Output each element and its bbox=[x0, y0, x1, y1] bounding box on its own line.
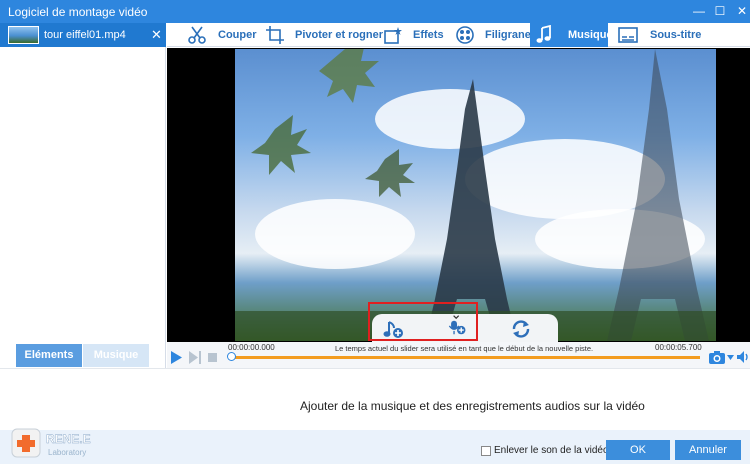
remove-media-icon[interactable]: ✕ bbox=[151, 27, 162, 43]
close-button[interactable]: ✕ bbox=[731, 0, 750, 23]
cancel-button[interactable]: Annuler bbox=[675, 440, 741, 460]
tab-effects-label: Effets bbox=[413, 29, 444, 41]
camera-dropdown-icon[interactable] bbox=[727, 355, 734, 360]
tab-music-edit-label: Musique bbox=[568, 29, 613, 41]
music-description: Ajouter de la musique et des enregistrem… bbox=[300, 399, 645, 413]
rene-e-logo: RENE.E Laboratory bbox=[11, 428, 91, 458]
edit-toolbar: Couper Pivoter et rogner Effets Filigran… bbox=[167, 23, 750, 47]
add-recording-icon[interactable] bbox=[445, 314, 469, 336]
tab-rotate-crop[interactable]: Pivoter et rogner bbox=[261, 23, 383, 47]
media-list-panel: tour eiffel01.mp4 ✕ Eléments Musique bbox=[0, 23, 166, 368]
add-music-icon[interactable] bbox=[382, 318, 406, 340]
total-time: 00:00:05.700 bbox=[655, 343, 702, 352]
ok-button[interactable]: OK bbox=[606, 440, 670, 460]
refresh-icon[interactable] bbox=[509, 318, 533, 340]
tab-rotate-crop-label: Pivoter et rogner bbox=[295, 29, 384, 41]
left-panel-tabs: Eléments Musique bbox=[0, 341, 166, 368]
slider-hint: Le temps actuel du slider sera utilisé e… bbox=[335, 344, 594, 353]
media-item[interactable]: tour eiffel01.mp4 ✕ bbox=[0, 23, 166, 47]
timeline-slider[interactable] bbox=[231, 356, 700, 359]
video-thumbnail bbox=[8, 26, 39, 44]
timeline-handle[interactable] bbox=[227, 352, 236, 361]
subtitle-icon bbox=[618, 27, 638, 43]
effects-icon bbox=[384, 27, 402, 44]
stop-icon[interactable] bbox=[208, 353, 217, 362]
rotate-crop-icon bbox=[266, 26, 284, 44]
logo-subtext: Laboratory bbox=[48, 448, 86, 457]
tab-effects[interactable]: Effets bbox=[379, 23, 445, 47]
mute-video-label: Enlever le son de la vidéo bbox=[494, 445, 609, 456]
mute-video-checkbox[interactable] bbox=[481, 446, 491, 456]
tab-subtitle[interactable]: Sous-titre bbox=[614, 23, 702, 47]
media-item-name: tour eiffel01.mp4 bbox=[44, 29, 126, 41]
minimize-button[interactable]: — bbox=[688, 0, 710, 23]
title-bar: Logiciel de montage vidéo — ☐ ✕ bbox=[0, 0, 750, 23]
play-icon[interactable] bbox=[170, 351, 183, 364]
play-step-icon[interactable] bbox=[188, 351, 202, 364]
tab-music-edit[interactable]: Musique bbox=[530, 23, 613, 47]
maximize-button[interactable]: ☐ bbox=[709, 0, 731, 23]
tab-elements[interactable]: Eléments bbox=[16, 344, 82, 367]
eiffel-tower-scene bbox=[235, 49, 716, 341]
watermark-icon bbox=[456, 26, 474, 44]
scissors-icon bbox=[188, 26, 206, 44]
playback-bar: 00:00:00.000 Le temps actuel du slider s… bbox=[167, 342, 750, 368]
music-note-icon bbox=[536, 25, 551, 43]
current-time: 00:00:00.000 bbox=[228, 343, 275, 352]
tab-music[interactable]: Musique bbox=[83, 344, 149, 367]
volume-icon[interactable] bbox=[736, 350, 750, 364]
tab-cut-label: Couper bbox=[218, 29, 257, 41]
camera-icon[interactable] bbox=[708, 350, 726, 365]
video-frame bbox=[235, 49, 716, 341]
tab-cut[interactable]: Couper bbox=[183, 23, 257, 47]
logo-text: RENE.E bbox=[46, 432, 91, 446]
window-title: Logiciel de montage vidéo bbox=[8, 5, 148, 19]
tab-watermarks[interactable]: Filigranes bbox=[451, 23, 537, 47]
tab-subtitle-label: Sous-titre bbox=[650, 29, 702, 41]
